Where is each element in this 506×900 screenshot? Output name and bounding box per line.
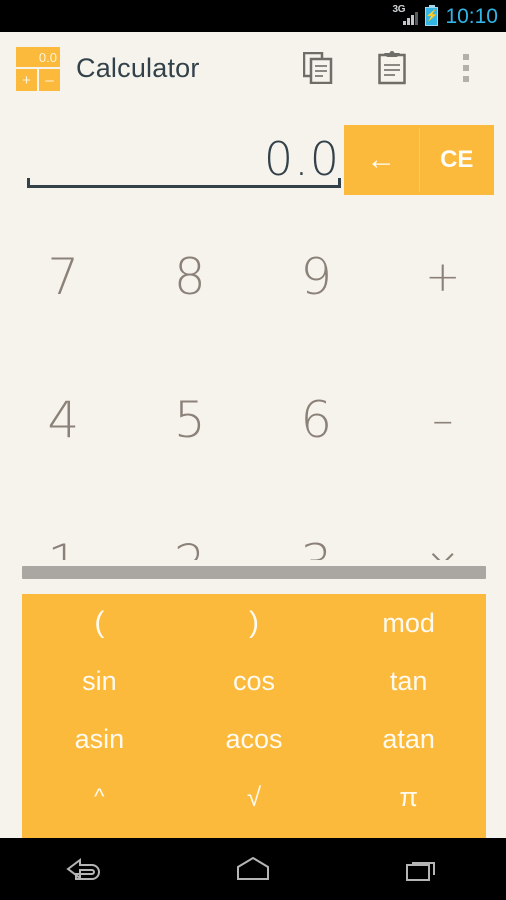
app-logo-minus: – <box>39 69 60 91</box>
key-6[interactable]: 6 <box>253 348 380 491</box>
nav-home-button[interactable] <box>169 838 338 900</box>
key-acos[interactable]: acos <box>177 710 332 768</box>
recents-icon <box>405 862 435 881</box>
keypad-row: 4 5 6 – <box>0 348 506 491</box>
calculator-app-screen: 3G ⚡ 10:10 0.0 + – Calculator 0.0 ← CE 7… <box>0 0 506 900</box>
key-open-paren[interactable]: ( <box>22 594 177 652</box>
key-1[interactable]: 1 <box>0 491 127 561</box>
app-logo-plus: + <box>16 69 37 91</box>
key-pi[interactable]: π <box>331 768 486 826</box>
paste-icon <box>378 51 406 85</box>
key-4[interactable]: 4 <box>0 348 127 491</box>
battery-charging-icon: ⚡ <box>425 4 439 26</box>
key-9[interactable]: 9 <box>253 205 380 348</box>
key-8[interactable]: 8 <box>127 205 254 348</box>
app-logo-display: 0.0 <box>16 47 60 67</box>
copy-button[interactable] <box>290 40 346 96</box>
back-arrow-icon <box>66 858 101 880</box>
scientific-row: asin acos atan <box>22 710 486 768</box>
backspace-button[interactable]: ← <box>344 125 419 195</box>
key-mod[interactable]: mod <box>331 594 486 652</box>
copy-icon <box>303 52 333 84</box>
key-7[interactable]: 7 <box>0 205 127 348</box>
keypad-row: 1 2 3 × <box>0 491 506 561</box>
key-asin[interactable]: asin <box>22 710 177 768</box>
key-2[interactable]: 2 <box>127 491 254 561</box>
edit-key-group: ← CE <box>344 125 494 195</box>
keypad-row: 7 8 9 + <box>0 205 506 348</box>
key-tan[interactable]: tan <box>331 652 486 710</box>
status-bar-icons: 3G ⚡ 10:10 <box>392 4 498 28</box>
action-bar: 0.0 + – Calculator <box>0 32 506 104</box>
clear-entry-button[interactable]: CE <box>420 125 495 195</box>
signal-strength-icon: 3G <box>392 5 419 26</box>
key-atan[interactable]: atan <box>331 710 486 768</box>
status-bar-clock: 10:10 <box>445 4 498 28</box>
key-cos[interactable]: cos <box>177 652 332 710</box>
key-close-paren[interactable]: ) <box>177 594 332 652</box>
scientific-keypad-panel: ( ) mod sin cos tan asin acos atan ^ √ π <box>22 594 486 838</box>
display-value: 0.0 <box>263 132 340 186</box>
numeric-keypad: 7 8 9 + 4 5 6 – 1 2 3 × <box>0 205 506 561</box>
overflow-menu-icon <box>463 54 469 82</box>
page-title: Calculator <box>76 52 200 83</box>
panel-resize-handle[interactable] <box>22 566 486 579</box>
key-3[interactable]: 3 <box>253 491 380 561</box>
calculator-display: 0.0 ← CE <box>0 122 506 200</box>
paste-button[interactable] <box>364 40 420 96</box>
overflow-menu-button[interactable] <box>438 40 494 96</box>
status-bar: 3G ⚡ 10:10 <box>0 0 506 32</box>
home-icon <box>237 856 269 880</box>
key-sin[interactable]: sin <box>22 652 177 710</box>
android-navigation-bar <box>0 838 506 900</box>
nav-recents-button[interactable] <box>337 838 506 900</box>
signal-bars-icon <box>403 12 419 25</box>
key-5[interactable]: 5 <box>127 348 254 491</box>
key-power[interactable]: ^ <box>22 768 177 826</box>
key-multiply[interactable]: × <box>380 491 506 560</box>
scientific-row: sin cos tan <box>22 652 486 710</box>
scientific-row: ^ √ π <box>22 768 486 826</box>
nav-back-button[interactable] <box>0 838 169 900</box>
display-underline <box>27 178 341 188</box>
key-plus[interactable]: + <box>380 205 506 348</box>
scientific-row: ( ) mod <box>22 594 486 652</box>
key-sqrt[interactable]: √ <box>177 768 332 826</box>
app-logo-icon: 0.0 + – <box>16 47 60 91</box>
key-minus[interactable]: – <box>380 348 506 491</box>
